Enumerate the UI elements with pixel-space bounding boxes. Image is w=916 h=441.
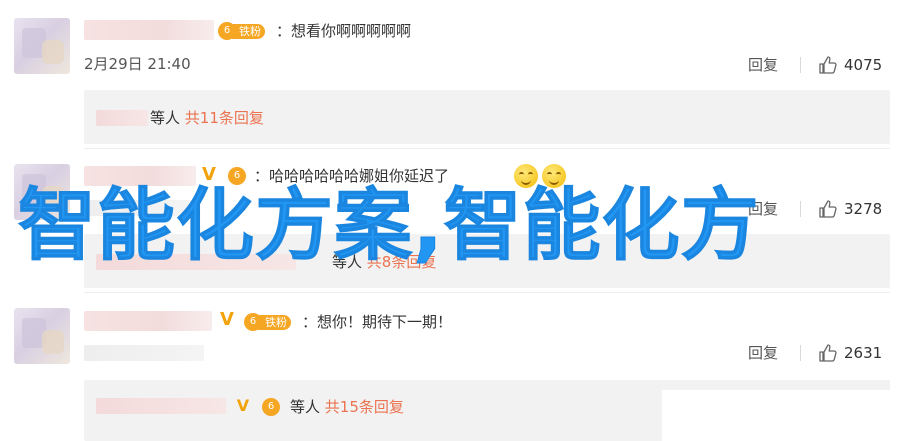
like-button[interactable]: 3278	[818, 199, 882, 219]
verified-v-icon: V	[220, 309, 234, 330]
action-divider	[800, 201, 801, 217]
fan-badge: 6 铁粉	[244, 312, 291, 332]
sub-replies-count[interactable]: 共15条回复	[325, 398, 404, 416]
comment-separator	[84, 148, 890, 149]
username-redacted[interactable]	[84, 311, 212, 331]
thumbs-up-icon	[819, 200, 837, 218]
comment-text: ：想看你啊啊啊啊啊	[276, 22, 412, 40]
fan-badge: 6	[262, 397, 280, 417]
comment-text: ：想你！期待下一期！	[302, 313, 453, 331]
watermark-overlay: 智能化方案,智能化方	[18, 181, 760, 272]
sub-reply-user-redacted[interactable]	[96, 110, 148, 126]
sub-replies-prefix: 等人	[290, 398, 321, 416]
sub-reply-user-redacted[interactable]	[96, 398, 226, 414]
sub-replies-summary[interactable]: 等人 共15条回复	[290, 397, 404, 417]
sub-replies-box: 等人 共11条回复	[84, 90, 890, 144]
thumbs-up-icon	[819, 344, 837, 362]
reply-button[interactable]: 回复	[748, 343, 778, 363]
avatar[interactable]	[14, 308, 70, 364]
like-count: 2631	[844, 344, 883, 362]
comment-time-redacted	[84, 345, 204, 361]
action-divider	[800, 345, 801, 361]
comment-separator	[84, 292, 890, 293]
verified-v-icon: V	[236, 396, 250, 415]
avatar[interactable]	[14, 18, 70, 74]
sub-replies-summary[interactable]: 等人 共11条回复	[150, 108, 264, 128]
image-mask	[662, 390, 916, 441]
fan-badge-icon: 6	[218, 22, 236, 40]
like-button[interactable]: 4075	[818, 55, 882, 75]
fan-badge: 6 铁粉	[218, 21, 265, 41]
fan-badge-icon: 6	[244, 313, 262, 331]
comment-feed: 6 铁粉 ：想看你啊啊啊啊啊 2月29日 21:40 回复 4075 等人 共1…	[0, 0, 916, 441]
thumbs-up-icon	[819, 56, 837, 74]
fan-badge-icon: 6	[262, 398, 280, 416]
sub-replies-prefix: 等人	[150, 109, 181, 127]
like-button[interactable]: 2631	[818, 343, 882, 363]
fan-badge-label: 铁粉	[232, 23, 265, 39]
sub-replies-count[interactable]: 共11条回复	[185, 109, 264, 127]
like-count: 4075	[844, 56, 883, 74]
like-count: 3278	[844, 200, 883, 218]
comment-time: 2月29日 21:40	[84, 55, 191, 73]
reply-button[interactable]: 回复	[748, 55, 778, 75]
username-redacted[interactable]	[84, 20, 214, 40]
action-divider	[800, 57, 801, 73]
fan-badge-label: 铁粉	[258, 314, 291, 330]
fan-badge-icon: 6	[228, 167, 246, 185]
